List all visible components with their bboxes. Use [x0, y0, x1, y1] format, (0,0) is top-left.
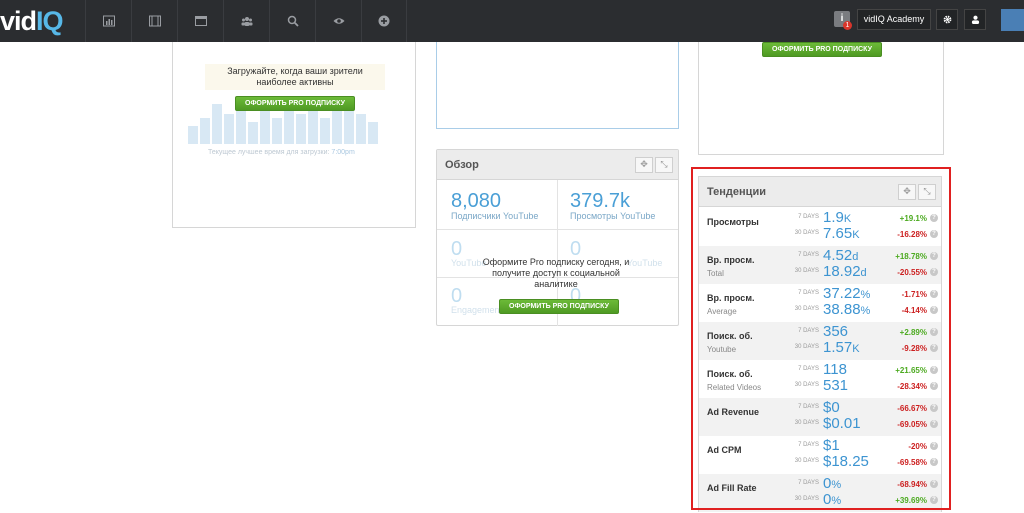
top-navigation-bar: vidIQ i 1 vidIQ Academy	[0, 0, 1024, 42]
window-icon	[194, 16, 207, 26]
nav-chart-button[interactable]	[85, 0, 131, 42]
logo-accent-text: IQ	[36, 6, 63, 36]
logo-text: vid	[0, 6, 37, 36]
eye-icon	[333, 18, 344, 24]
nav-film-button[interactable]	[131, 0, 177, 42]
overview-panel: Обзор ✥ ⤡ 8,080 Подписчики YouTube 379.7…	[436, 149, 679, 326]
pro-upsell-message: Загружайте, когда ваши зрители наиболее …	[205, 64, 385, 90]
nav-users-button[interactable]	[223, 0, 269, 42]
settings-button[interactable]	[936, 9, 958, 30]
chart-bar	[332, 108, 342, 144]
chart-bar	[356, 114, 366, 144]
chart-bar	[224, 114, 234, 144]
collapse-icon[interactable]: ⤡	[655, 157, 673, 173]
plus-circle-icon	[378, 15, 390, 27]
chart-bar	[188, 126, 198, 144]
user-icon	[971, 15, 979, 24]
best-upload-time-panel: Загружайте, когда ваши зрители наиболее …	[172, 42, 416, 228]
users-icon	[241, 17, 252, 26]
best-time-value: 7:00pm	[331, 149, 355, 156]
chart-bar	[212, 104, 222, 144]
engagement-label: Engagement	[451, 305, 503, 315]
chart-icon	[102, 15, 115, 27]
account-button[interactable]	[964, 9, 986, 30]
vidiq-academy-button[interactable]: vidIQ Academy	[857, 9, 931, 30]
highlight-frame	[691, 167, 951, 510]
chart-bar	[368, 122, 378, 144]
avatar[interactable]	[1001, 9, 1024, 31]
views-value: 379.7k	[570, 190, 631, 212]
notification-count-badge: 1	[843, 21, 852, 30]
stat-label: YouTube	[627, 258, 663, 268]
best-upload-time-text: Текущее лучшее время для загрузки: 7:00p…	[208, 149, 355, 156]
get-pro-button[interactable]: ОФОРМИТЬ PRO ПОДПИСКУ	[235, 96, 355, 111]
gear-icon	[943, 15, 951, 24]
overview-header: Обзор ✥ ⤡	[437, 150, 678, 180]
chart-bar	[308, 106, 318, 144]
middle-top-panel	[436, 42, 679, 129]
chart-bar	[200, 118, 210, 144]
get-pro-button[interactable]: ОФОРМИТЬ PRO ПОДПИСКУ	[499, 299, 619, 314]
nav-window-button[interactable]	[177, 0, 223, 42]
nav-search-button[interactable]	[269, 0, 315, 42]
right-top-panel: ОФОРМИТЬ PRO ПОДПИСКУ	[698, 42, 944, 155]
overview-title: Обзор	[445, 159, 479, 171]
nav-add-button[interactable]	[361, 0, 407, 42]
subscribers-label: Подписчики YouTube	[451, 211, 539, 221]
get-pro-button[interactable]: ОФОРМИТЬ PRO ПОДПИСКУ	[762, 42, 882, 57]
nav-eye-button[interactable]	[315, 0, 361, 42]
chart-bar	[296, 114, 306, 144]
subscribers-value: 8,080	[451, 190, 502, 212]
divider	[437, 229, 678, 230]
best-time-label: Текущее лучшее время для загрузки:	[208, 149, 330, 156]
move-icon[interactable]: ✥	[635, 157, 653, 173]
chart-bar	[320, 118, 330, 144]
film-icon	[148, 15, 161, 27]
search-icon	[287, 15, 299, 27]
views-label: Просмотры YouTube	[570, 211, 656, 221]
social-analytics-upsell-text: Оформите Pro подписку сегодня, и получит…	[482, 257, 630, 289]
vidiq-logo[interactable]: vidIQ	[0, 6, 64, 37]
chart-bar	[272, 118, 282, 144]
chart-bar	[260, 110, 270, 144]
chart-bar	[248, 122, 258, 144]
